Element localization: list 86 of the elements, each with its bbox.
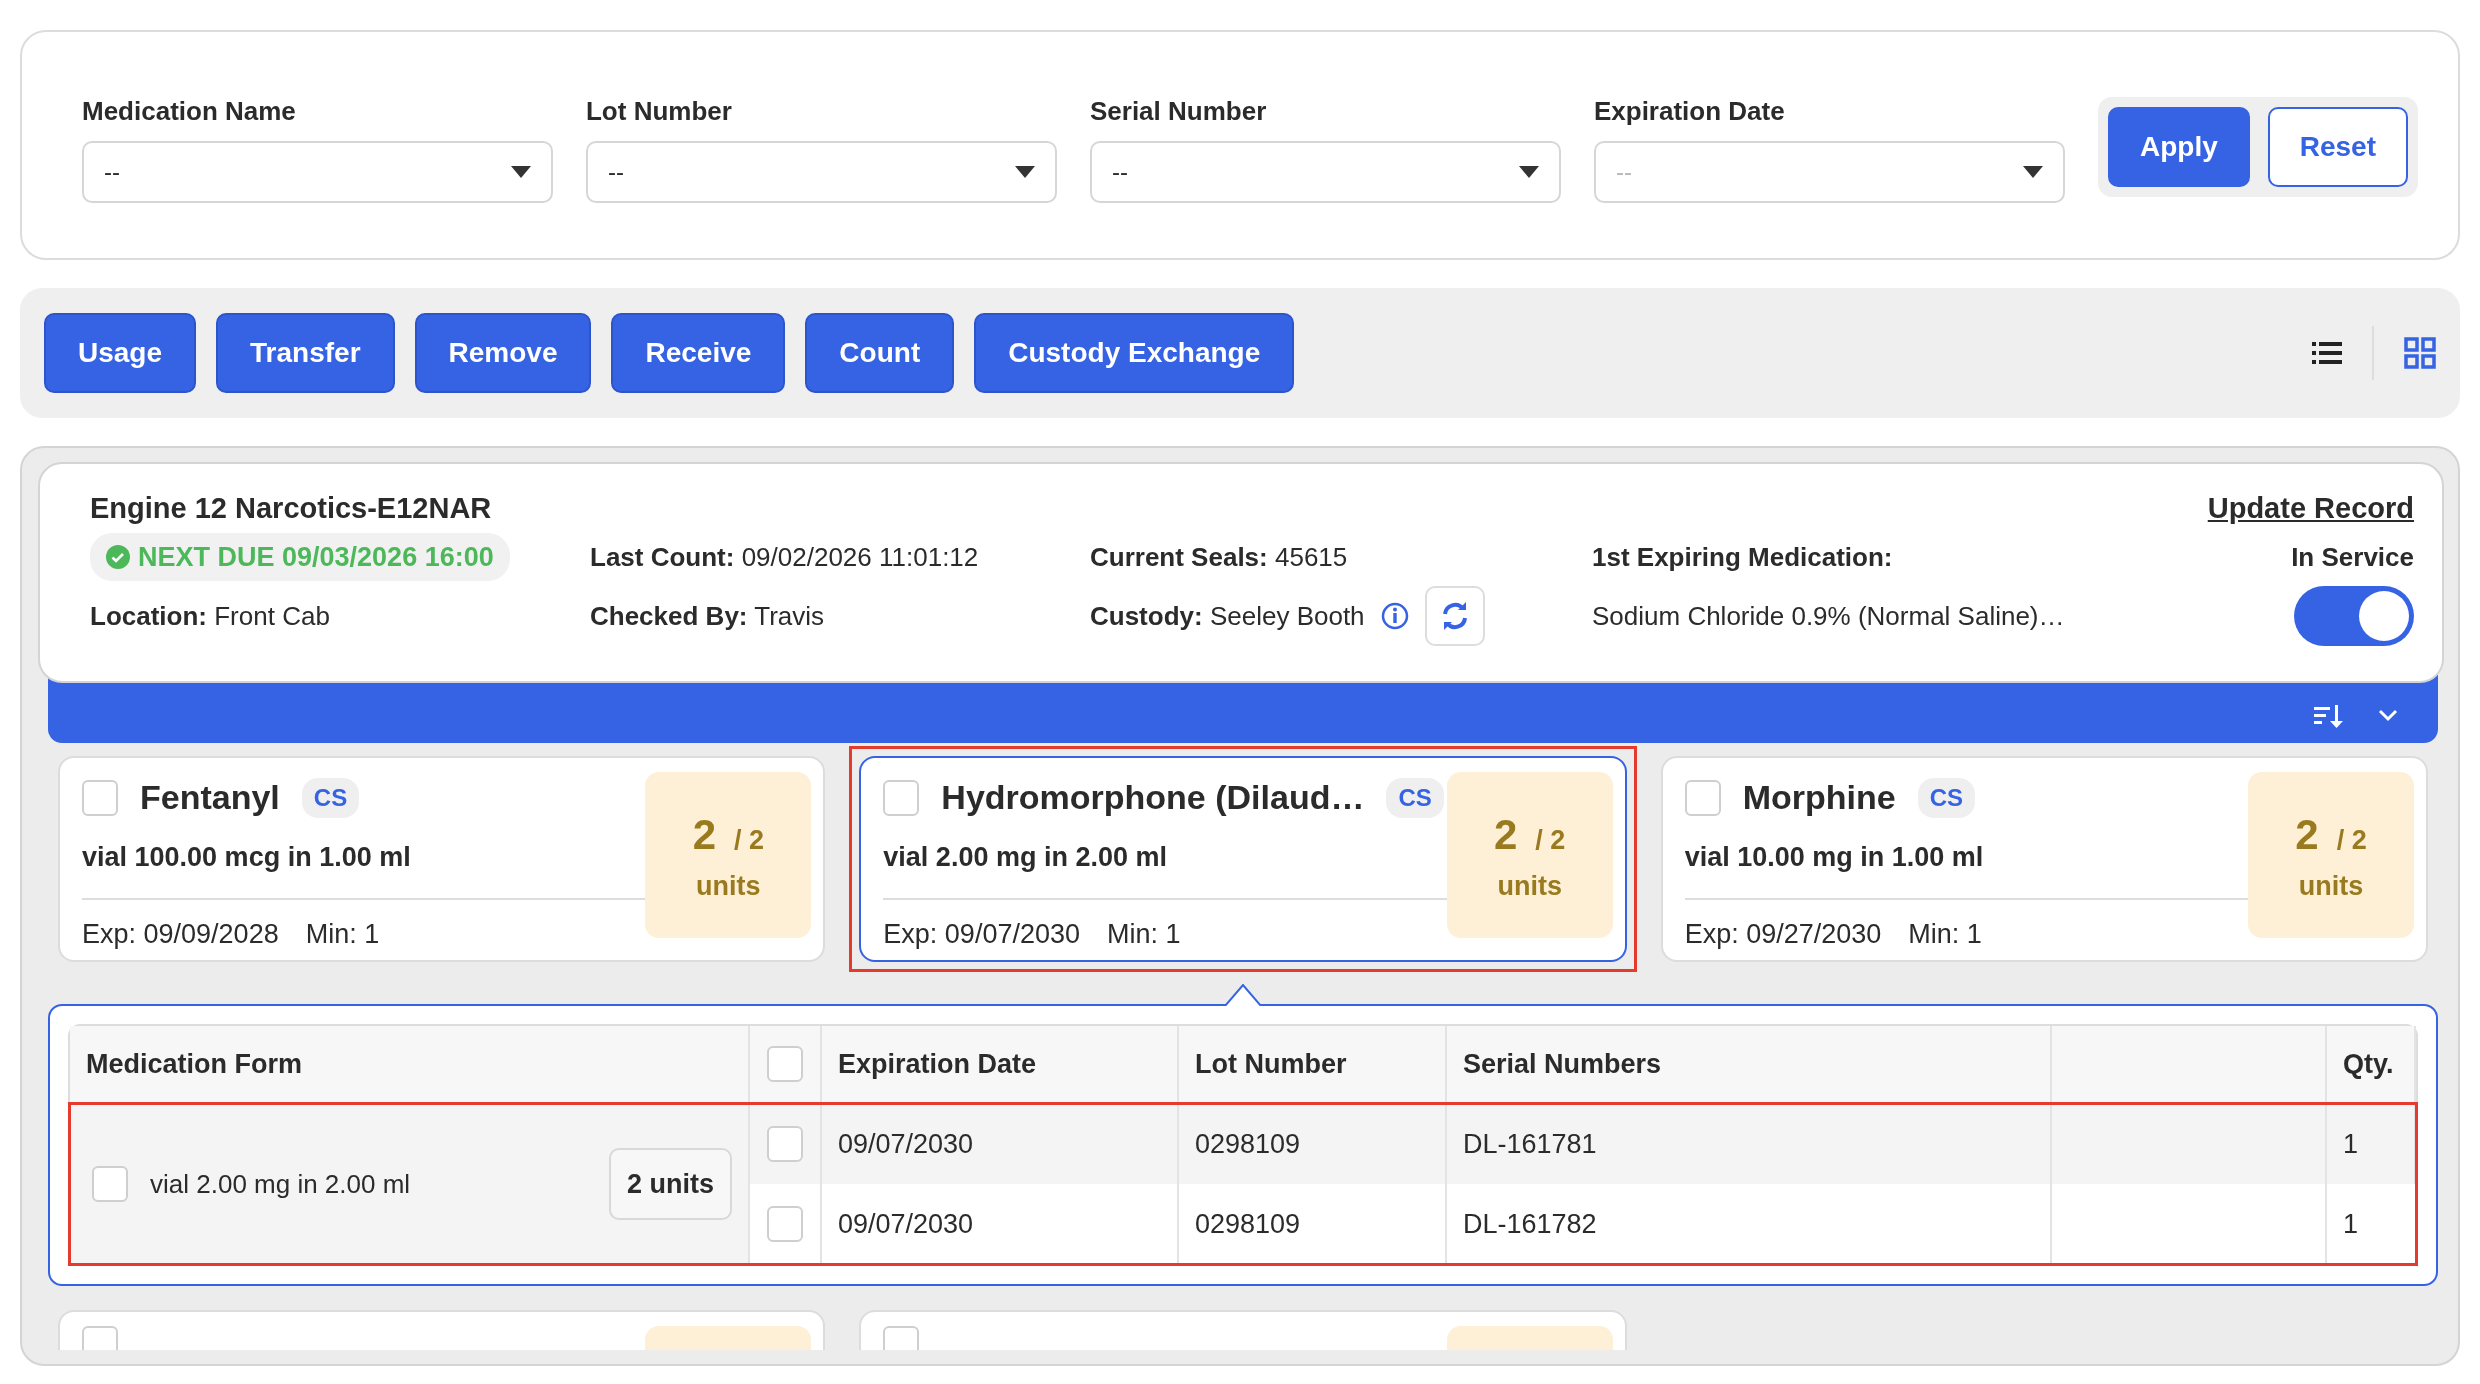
grid-view-icon[interactable] [2404, 337, 2436, 369]
due-status: NEXT DUE 09/03/2026 16:00 [90, 532, 510, 582]
table-cell-text: 0298109 [1195, 1127, 1301, 1161]
minimum-text: Min: 1 [1908, 918, 1982, 949]
action-button[interactable]: Custody Exchange [974, 313, 1295, 393]
minimum-text: Min: 1 [1107, 918, 1181, 949]
info-icon[interactable] [1380, 602, 1409, 630]
expiration-text: Exp: 09/07/2030 [883, 918, 1080, 949]
action-button[interactable]: Receive [611, 313, 786, 393]
dosage-form: vial 2.00 mg in 2.00 ml [883, 841, 1168, 874]
column-header: Serial Numbers [1447, 1026, 2052, 1104]
filter-button[interactable]: Reset [2267, 107, 2408, 187]
field-value: Sodium Chloride 0.9% (Normal Saline)… [1592, 599, 2065, 633]
medication-card[interactable]: Fentanyl CS vial 100.00 mcg in 1.00 ml Exp: 09/09/2028 Min: 1 2 / 2 units [58, 756, 826, 962]
refresh-button[interactable] [1424, 586, 1485, 646]
expiration-text: Exp: 09/09/2028 [82, 918, 279, 949]
checkbox[interactable] [767, 1046, 803, 1082]
filter-label: Serial Number [1089, 95, 1267, 128]
expiration-text: Exp: 09/27/2030 [1684, 918, 1882, 949]
filter-button[interactable]: Apply [2107, 107, 2250, 187]
checkbox[interactable] [82, 779, 118, 816]
check-circle-icon [106, 545, 130, 569]
caret-icon [511, 166, 531, 178]
action-button[interactable]: Transfer [216, 313, 395, 393]
column-header: Lot Number [1179, 1026, 1447, 1104]
list-view-icon[interactable] [2312, 341, 2342, 365]
field-label: Location: [90, 600, 207, 631]
action-button[interactable]: Usage [44, 313, 197, 393]
field-label: Current Seals: [1090, 541, 1268, 572]
stock-count: 2 / 2 units [645, 772, 812, 938]
table-cell-text: 0298109 [1195, 1207, 1301, 1241]
table-cell-text: 1 [2343, 1207, 2359, 1241]
caret-icon [1014, 166, 1035, 178]
location-title: Engine 12 Narcotics-E12NAR [90, 491, 492, 527]
medication-name: Morphine [1742, 777, 1896, 818]
table-cell-text: 1 [2343, 1127, 2359, 1161]
table-cell-text: vial 2.00 mg in 2.00 ml [150, 1167, 411, 1201]
table-cell-text: 09/07/2030 [838, 1207, 974, 1241]
filter-label: Medication Name [82, 95, 296, 128]
filter-label: Expiration Date [1593, 95, 1785, 128]
column-header: Medication Form [70, 1026, 750, 1104]
schedule-tag: CS [1917, 777, 1975, 818]
table-cell-text: DL-161781 [1463, 1127, 1597, 1161]
field-label: 1st Expiring Medication: [1592, 540, 1893, 574]
field-value: 45615 [1274, 541, 1348, 572]
dosage-form: vial 100.00 mcg in 1.00 ml [82, 841, 412, 874]
field-label: Custody: [1090, 599, 1203, 633]
sort-icon[interactable] [2314, 703, 2344, 729]
column-header: Expiration Date [822, 1026, 1179, 1104]
minimum-text: Min: 1 [305, 918, 380, 949]
field-value: 09/02/2026 11:01:12 [741, 541, 979, 572]
dropdown-field[interactable]: -- [1089, 141, 1561, 203]
checkbox[interactable] [767, 1206, 803, 1242]
field-value: Seeley Booth [1209, 599, 1365, 633]
checkbox[interactable] [883, 779, 920, 816]
checkbox[interactable] [767, 1126, 803, 1162]
medication-card[interactable]: Hydromorphone (Dilaud… CS vial 2.00 mg in 2.00 ml Exp: 09/07/2030 Min: 1 2 / 2 units [859, 756, 1627, 962]
schedule-tag: CS [301, 777, 360, 818]
checkbox[interactable] [1684, 779, 1721, 816]
field-label: Checked By: [590, 600, 748, 631]
toggle-switch[interactable] [2294, 586, 2414, 646]
stock-count: 2 / 2 units [1446, 772, 1613, 938]
caret-icon [1518, 166, 1539, 178]
table-cell-text: DL-161782 [1463, 1207, 1597, 1241]
table-cell-text: 09/07/2030 [838, 1127, 974, 1161]
medication-name: Hydromorphone (Dilaud… [941, 777, 1365, 818]
field-value: Travis [754, 600, 825, 631]
checkbox[interactable] [92, 1166, 128, 1202]
dosage-form: vial 10.00 mg in 1.00 ml [1684, 841, 1985, 874]
dropdown-field[interactable]: -- [82, 141, 553, 203]
in-service-label: In Service [2291, 540, 2414, 574]
field-label: Last Count: [590, 541, 735, 572]
field-value: Front Cab [214, 600, 330, 631]
medication-name: Fentanyl [140, 777, 280, 818]
chevron-down-icon[interactable] [2378, 709, 2398, 723]
dropdown-field[interactable]: -- [586, 141, 1057, 203]
unit-count: 2 units [609, 1147, 732, 1221]
stock-count: 2 / 2 units [2248, 772, 2414, 938]
schedule-tag: CS [1386, 777, 1444, 818]
caret-icon [2022, 166, 2043, 178]
medication-card[interactable]: Morphine CS vial 10.00 mg in 1.00 ml Exp: 09/27/2030 Min: 1 2 / 2 units [1660, 756, 2428, 962]
update-record-link[interactable]: Update Record [2207, 487, 2414, 531]
action-button[interactable]: Remove [414, 313, 592, 393]
filter-label: Lot Number [586, 95, 732, 128]
column-header: Qty. [2327, 1026, 2416, 1104]
action-button[interactable]: Count [805, 313, 955, 393]
